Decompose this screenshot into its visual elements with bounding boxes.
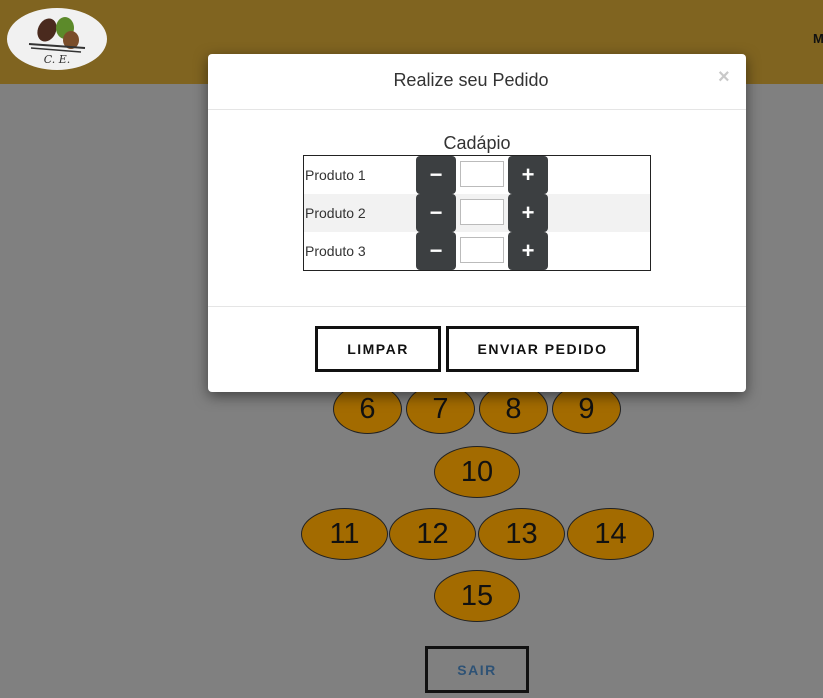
product-row: Produto 2 − + [304,194,650,232]
table-number: 9 [578,392,595,425]
increase-button[interactable]: + [508,194,548,232]
table-button-14[interactable]: 14 [567,508,654,560]
table-number: 6 [359,392,376,425]
increase-button[interactable]: + [508,232,548,270]
table-number: 15 [460,579,494,612]
table-number: 7 [432,392,449,425]
menu-title: Cadápio [443,133,511,153]
logo[interactable]: C. E. [7,8,107,70]
table-number: 12 [416,517,449,550]
table-button-12[interactable]: 12 [389,508,476,560]
table-button-15[interactable]: 15 [434,570,520,622]
modal-header: Realize seu Pedido × [208,54,746,110]
clear-button[interactable]: LIMPAR [315,326,441,372]
product-name: Produto 2 [305,205,366,221]
quantity-input[interactable] [460,199,504,225]
order-modal: Realize seu Pedido × Cadápio Produto 1 −… [208,54,746,392]
decrease-button[interactable]: − [416,232,456,270]
table-number: 8 [505,392,522,425]
decrease-button[interactable]: − [416,156,456,194]
close-icon[interactable]: × [718,66,730,89]
table-number: 10 [460,455,494,488]
table-number: 14 [594,517,627,550]
product-name: Produto 1 [305,167,366,183]
quantity-input[interactable] [460,161,504,187]
quantity-input[interactable] [460,237,504,263]
send-order-button[interactable]: ENVIAR PEDIDO [446,326,639,372]
exit-button[interactable]: SAIR [425,646,529,693]
increase-button[interactable]: + [508,156,548,194]
product-row: Produto 1 − + [304,156,650,194]
table-button-10[interactable]: 10 [434,446,520,498]
product-row: Produto 3 − + [304,232,650,270]
table-button-13[interactable]: 13 [478,508,565,560]
product-name: Produto 3 [305,243,366,259]
modal-title: Realize seu Pedido [393,70,549,90]
decrease-button[interactable]: − [416,194,456,232]
table-number: 13 [505,517,538,550]
nav-link[interactable]: M [813,31,823,46]
table-number: 11 [329,517,360,550]
logo-text: C. E. [43,53,71,66]
menu-table: Produto 1 − + Produto 2 − + Produto 3 − … [303,155,651,271]
table-button-11[interactable]: 11 [301,508,388,560]
modal-footer-divider [208,306,746,307]
